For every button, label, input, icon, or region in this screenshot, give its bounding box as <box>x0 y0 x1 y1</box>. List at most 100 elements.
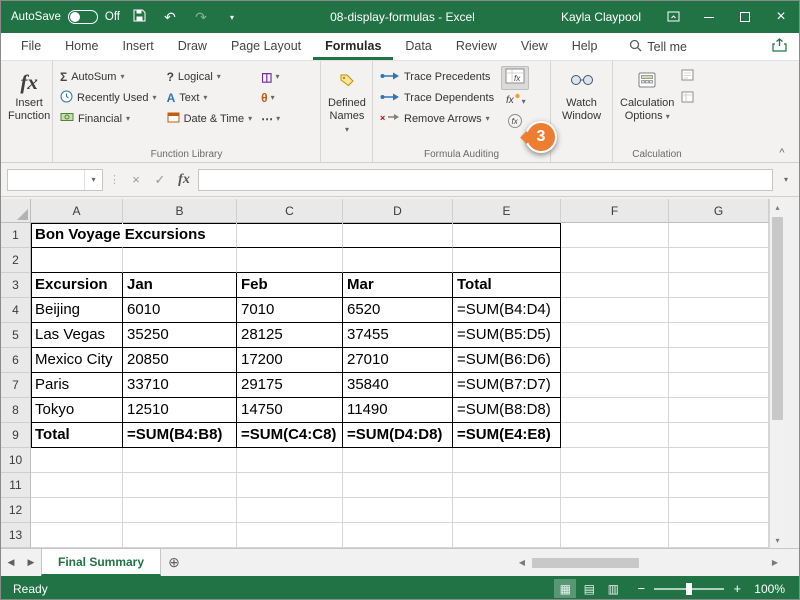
horizontal-scroll-track[interactable] <box>530 557 767 569</box>
column-header-E[interactable]: E <box>453 199 561 223</box>
cell-E1[interactable] <box>453 223 561 248</box>
cell-C8[interactable]: 14750 <box>237 398 343 423</box>
cell-C5[interactable]: 28125 <box>237 323 343 348</box>
row-header-11[interactable]: 11 <box>1 473 31 498</box>
cell-D13[interactable] <box>343 523 453 548</box>
cell-D5[interactable]: 37455 <box>343 323 453 348</box>
cell-B4[interactable]: 6010 <box>123 298 237 323</box>
cell-A11[interactable] <box>31 473 123 498</box>
cell-E9[interactable]: =SUM(E4:E8) <box>453 423 561 448</box>
cell-E13[interactable] <box>453 523 561 548</box>
share-button[interactable] <box>772 34 787 60</box>
cell-D6[interactable]: 27010 <box>343 348 453 373</box>
cell-F1[interactable] <box>561 223 669 248</box>
cell-A13[interactable] <box>31 523 123 548</box>
financial-button[interactable]: Financial ▾ <box>55 108 162 129</box>
more-functions-button[interactable]: ⋯ ▾ <box>257 108 284 129</box>
row-header-12[interactable]: 12 <box>1 498 31 523</box>
scroll-left-button[interactable]: ◀ <box>514 555 530 571</box>
cell-C11[interactable] <box>237 473 343 498</box>
column-header-B[interactable]: B <box>123 199 237 223</box>
cell-C9[interactable]: =SUM(C4:C8) <box>237 423 343 448</box>
vertical-scroll-thumb[interactable] <box>772 217 783 420</box>
horizontal-scrollbar[interactable]: ◀ ▶ <box>514 549 799 576</box>
column-header-F[interactable]: F <box>561 199 669 223</box>
cell-E4[interactable]: =SUM(B4:D4) <box>453 298 561 323</box>
cell-A2[interactable] <box>31 248 123 273</box>
minimize-button[interactable] <box>691 1 727 33</box>
cell-G3[interactable] <box>669 273 769 298</box>
cell-C1[interactable] <box>237 223 343 248</box>
cell-B9[interactable]: =SUM(B4:B8) <box>123 423 237 448</box>
cell-A10[interactable] <box>31 448 123 473</box>
cell-F11[interactable] <box>561 473 669 498</box>
cell-E10[interactable] <box>453 448 561 473</box>
recently-used-button[interactable]: Recently Used ▾ <box>55 87 162 108</box>
row-header-9[interactable]: 9 <box>1 423 31 448</box>
zoom-slider-thumb[interactable] <box>686 583 692 595</box>
enter-button[interactable]: ✓ <box>150 170 170 190</box>
undo-button[interactable]: ↶ <box>158 5 182 29</box>
cell-E5[interactable]: =SUM(B5:D5) <box>453 323 561 348</box>
cell-D9[interactable]: =SUM(D4:D8) <box>343 423 453 448</box>
cell-D10[interactable] <box>343 448 453 473</box>
cell-E8[interactable]: =SUM(B8:D8) <box>453 398 561 423</box>
cell-E6[interactable]: =SUM(B6:D6) <box>453 348 561 373</box>
cell-C10[interactable] <box>237 448 343 473</box>
row-header-3[interactable]: 3 <box>1 273 31 298</box>
cell-B13[interactable] <box>123 523 237 548</box>
scroll-right-button[interactable]: ▶ <box>767 555 783 571</box>
defined-names-button[interactable]: Defined Names ▾ <box>323 64 371 161</box>
view-normal-button[interactable]: ▦ <box>554 579 576 598</box>
tab-draw[interactable]: Draw <box>166 34 219 60</box>
cell-A7[interactable]: Paris <box>31 373 123 398</box>
row-header-6[interactable]: 6 <box>1 348 31 373</box>
cell-C13[interactable] <box>237 523 343 548</box>
cell-F10[interactable] <box>561 448 669 473</box>
view-page-break-button[interactable]: ▥ <box>602 579 624 598</box>
cell-G2[interactable] <box>669 248 769 273</box>
zoom-out-button[interactable]: − <box>634 581 648 596</box>
cell-B6[interactable]: 20850 <box>123 348 237 373</box>
zoom-slider[interactable] <box>654 588 724 590</box>
cell-F3[interactable] <box>561 273 669 298</box>
redo-button[interactable]: ↷ <box>189 5 213 29</box>
trace-precedents-button[interactable]: Trace Precedents <box>375 66 499 87</box>
cell-F9[interactable] <box>561 423 669 448</box>
scroll-down-button[interactable]: ▾ <box>770 532 785 548</box>
cell-B5[interactable]: 35250 <box>123 323 237 348</box>
save-button[interactable] <box>127 5 151 29</box>
tab-page-layout[interactable]: Page Layout <box>219 34 313 60</box>
tab-help[interactable]: Help <box>560 34 610 60</box>
cell-C7[interactable]: 29175 <box>237 373 343 398</box>
cell-B11[interactable] <box>123 473 237 498</box>
trace-dependents-button[interactable]: Trace Dependents <box>375 87 499 108</box>
cell-A3[interactable]: Excursion <box>31 273 123 298</box>
logical-button[interactable]: ? Logical ▾ <box>162 66 258 87</box>
row-header-1[interactable]: 1 <box>1 223 31 248</box>
calculation-options-button[interactable]: Calculation Options ▾ <box>615 64 679 147</box>
cell-G11[interactable] <box>669 473 769 498</box>
tab-final-summary[interactable]: Final Summary <box>41 549 161 576</box>
cell-B7[interactable]: 33710 <box>123 373 237 398</box>
cell-D12[interactable] <box>343 498 453 523</box>
cell-D3[interactable]: Mar <box>343 273 453 298</box>
row-header-10[interactable]: 10 <box>1 448 31 473</box>
collapse-ribbon-button[interactable]: ^ <box>773 147 791 159</box>
cell-F12[interactable] <box>561 498 669 523</box>
tab-data[interactable]: Data <box>393 34 443 60</box>
cell-G4[interactable] <box>669 298 769 323</box>
cell-F8[interactable] <box>561 398 669 423</box>
tab-formulas[interactable]: Formulas <box>313 34 393 60</box>
cell-E3[interactable]: Total <box>453 273 561 298</box>
cell-A6[interactable]: Mexico City <box>31 348 123 373</box>
cell-C2[interactable] <box>237 248 343 273</box>
cell-F4[interactable] <box>561 298 669 323</box>
select-all-corner[interactable] <box>1 199 31 223</box>
column-header-A[interactable]: A <box>31 199 123 223</box>
row-header-5[interactable]: 5 <box>1 323 31 348</box>
cell-A5[interactable]: Las Vegas <box>31 323 123 348</box>
cell-D4[interactable]: 6520 <box>343 298 453 323</box>
name-box-dropdown[interactable]: ▾ <box>84 170 102 190</box>
cell-G1[interactable] <box>669 223 769 248</box>
